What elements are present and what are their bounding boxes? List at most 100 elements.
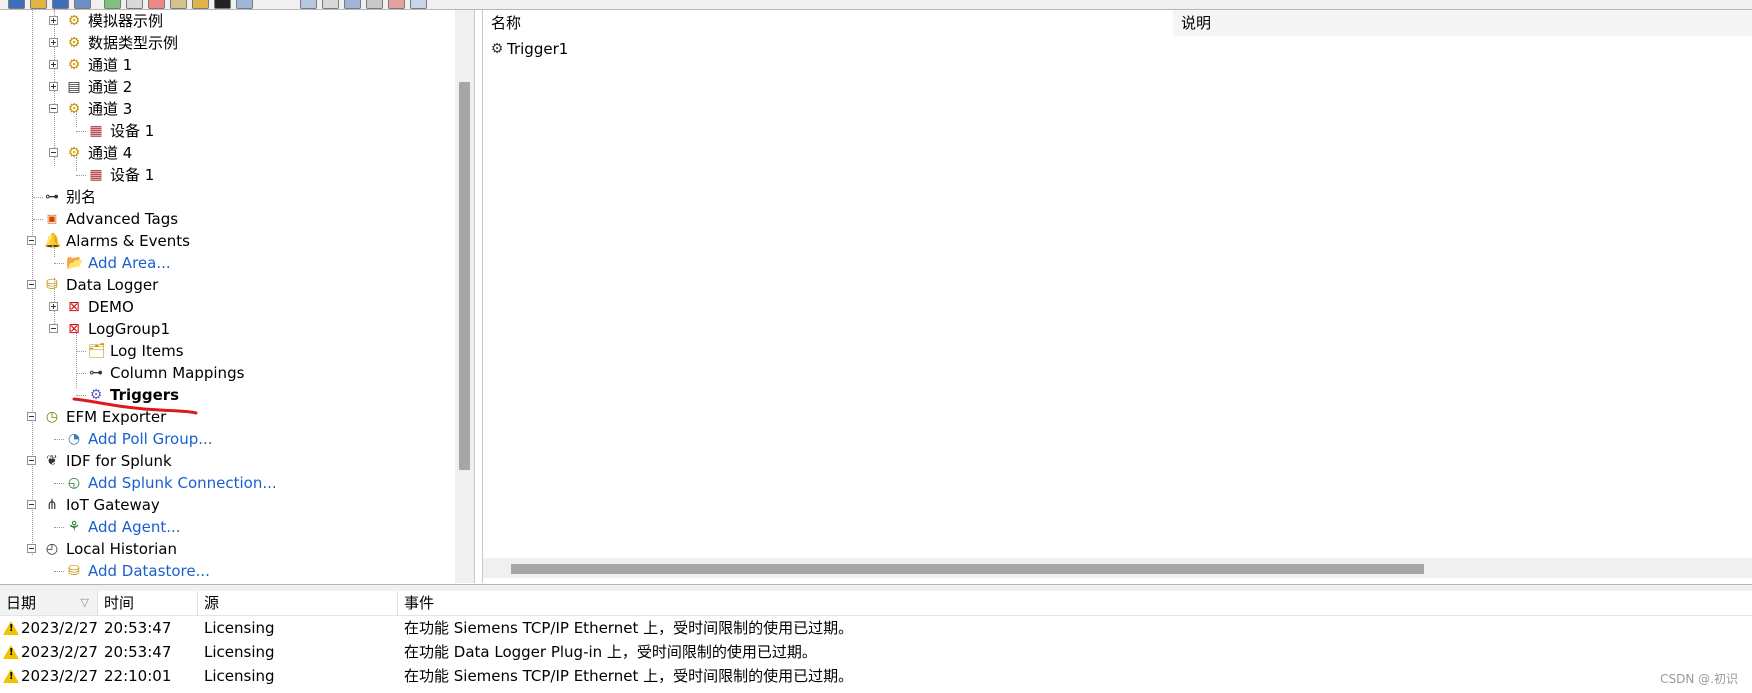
- tree-item-label[interactable]: Add Poll Group...: [88, 428, 213, 450]
- collapse-icon[interactable]: [27, 236, 36, 245]
- tree-item-channel-2[interactable]: ▤ 通道 2: [0, 76, 455, 98]
- tree-item-channel-1[interactable]: ⚙ 通道 1: [0, 54, 455, 76]
- log-row[interactable]: 2023/2/27 20:53:47 Licensing 在功能 Data Lo…: [0, 640, 1752, 664]
- tree-item-channel-3[interactable]: ⚙ 通道 3: [0, 98, 455, 120]
- column-header-time[interactable]: 时间: [98, 591, 198, 615]
- collapse-icon[interactable]: [27, 544, 36, 553]
- toolbar-button[interactable]: [52, 0, 69, 9]
- collapse-icon[interactable]: [49, 324, 58, 333]
- tree-item-triggers[interactable]: ⚙ Triggers: [0, 384, 455, 406]
- tree-item-device-1[interactable]: ▦ 设备 1: [0, 164, 455, 186]
- tree-item-add-splunk-connection[interactable]: ◵ Add Splunk Connection...: [0, 472, 455, 494]
- collapse-icon[interactable]: [49, 148, 58, 157]
- log-row[interactable]: 2023/2/27 22:10:01 Licensing 在功能 Siemens…: [0, 664, 1752, 688]
- tree-scrollbar-thumb[interactable]: [459, 82, 470, 470]
- tree-item-device-1[interactable]: ▦ 设备 1: [0, 120, 455, 142]
- list-item-trigger1[interactable]: ⚙ Trigger1: [483, 38, 1173, 60]
- tree-item-local-historian[interactable]: ◴ Local Historian: [0, 538, 455, 560]
- toolbar-button[interactable]: [74, 0, 91, 9]
- column-header-event[interactable]: 事件: [398, 591, 1752, 615]
- channel-icon: ▤: [67, 79, 81, 95]
- list-horizontal-scrollbar[interactable]: [483, 558, 1752, 578]
- list-scrollbar-thumb[interactable]: [511, 564, 1424, 574]
- toolbar-button[interactable]: [170, 0, 187, 9]
- toolbar-button[interactable]: [192, 0, 209, 9]
- tree-item-add-area[interactable]: 📂 Add Area...: [0, 252, 455, 274]
- toolbar-button[interactable]: [388, 0, 405, 9]
- expand-icon[interactable]: [49, 302, 58, 311]
- tree-item-loggroup1[interactable]: ⊠ LogGroup1: [0, 318, 455, 340]
- expand-icon[interactable]: [49, 60, 58, 69]
- tree-item-label: 模拟器示例: [88, 12, 164, 30]
- collapse-icon[interactable]: [27, 280, 36, 289]
- column-header-source[interactable]: 源: [198, 591, 398, 615]
- tree-item-label[interactable]: Add Agent...: [88, 516, 181, 538]
- tree-item-label[interactable]: Add Area...: [88, 252, 171, 274]
- toolbar-button[interactable]: [300, 0, 317, 9]
- tree-item-idf-splunk[interactable]: ❦ IDF for Splunk: [0, 450, 455, 472]
- tree-item-simulator[interactable]: ⚙ 模拟器示例: [0, 10, 455, 32]
- gear-icon: ⚙: [67, 57, 81, 73]
- tree-item-column-mappings[interactable]: ⊶ Column Mappings: [0, 362, 455, 384]
- warning-icon: [3, 645, 19, 659]
- efm-icon: ◷: [45, 409, 59, 425]
- tree-item-demo[interactable]: ⊠ DEMO: [0, 296, 455, 318]
- expand-icon[interactable]: [49, 16, 58, 25]
- tree-item-data-logger[interactable]: ⛁ Data Logger: [0, 274, 455, 296]
- collapse-icon[interactable]: [49, 104, 58, 113]
- project-tree[interactable]: ⚙ 模拟器示例 ⚙ 数据类型示例 ⚙ 通道 1 ▤ 通道 2 ⚙ 通道 3 ▦ …: [0, 10, 475, 583]
- tree-item-iot-gateway[interactable]: ⋔ IoT Gateway: [0, 494, 455, 516]
- column-header-name[interactable]: 名称: [483, 10, 1173, 36]
- toolbar-button[interactable]: [344, 0, 361, 9]
- toolbar-button[interactable]: [148, 0, 165, 9]
- tree-item-label: Column Mappings: [110, 364, 245, 382]
- expand-icon[interactable]: [49, 82, 58, 91]
- tree-item-add-datastore[interactable]: ⛁ Add Datastore...: [0, 560, 455, 582]
- collapse-icon[interactable]: [27, 500, 36, 509]
- add-datastore-icon: ⛁: [68, 563, 80, 579]
- log-event: 在功能 Data Logger Plug-in 上，受时间限制的使用已过期。: [404, 643, 817, 661]
- log-row[interactable]: 2023/2/27 20:53:47 Licensing 在功能 Siemens…: [0, 616, 1752, 640]
- tree-connector: [54, 439, 64, 440]
- log-group-error-icon: ⊠: [68, 321, 80, 337]
- collapse-icon[interactable]: [27, 412, 36, 421]
- tree-item-channel-4[interactable]: ⚙ 通道 4: [0, 142, 455, 164]
- gear-icon: ⚙: [67, 13, 81, 29]
- toolbar-button[interactable]: [236, 0, 253, 9]
- tree-connector: [76, 131, 86, 132]
- event-log[interactable]: 日期 ▽ 时间 源 事件 2023/2/27 20:53:47 Licensin…: [0, 591, 1752, 693]
- tree-item-add-agent[interactable]: ⚘ Add Agent...: [0, 516, 455, 538]
- expand-icon[interactable]: [49, 38, 58, 47]
- toolbar-button[interactable]: [410, 0, 427, 9]
- item-list-view[interactable]: 名称 说明 ⚙ Trigger1: [482, 10, 1752, 583]
- toolbar-button[interactable]: [30, 0, 47, 9]
- tree-item-label: 别名: [66, 188, 97, 206]
- toolbar-button[interactable]: [104, 0, 121, 9]
- column-header-date[interactable]: 日期 ▽: [0, 591, 98, 615]
- toolbar-button[interactable]: [8, 0, 25, 9]
- gear-icon: ⚙: [67, 101, 81, 117]
- tree-item-label: Data Logger: [66, 276, 159, 294]
- toolbar-button[interactable]: [366, 0, 383, 9]
- add-poll-group-icon: ◔: [67, 431, 81, 447]
- tree-item-label[interactable]: Add Datastore...: [88, 560, 210, 582]
- log-items-icon: 🗂: [88, 343, 106, 359]
- toolbar-button[interactable]: [214, 0, 231, 9]
- historian-icon: ◴: [45, 541, 59, 557]
- tree-item-log-items[interactable]: 🗂 Log Items: [0, 340, 455, 362]
- toolbar-button[interactable]: [322, 0, 339, 9]
- tree-item-label[interactable]: Add Splunk Connection...: [88, 472, 277, 494]
- column-mappings-icon: ⊶: [89, 365, 103, 381]
- sort-icon: ▽: [80, 596, 89, 609]
- tree-item-add-poll-group[interactable]: ◔ Add Poll Group...: [0, 428, 455, 450]
- tree-item-alias[interactable]: ⊶ 别名: [0, 186, 455, 208]
- column-header-description[interactable]: 说明: [1173, 10, 1752, 36]
- collapse-icon[interactable]: [27, 456, 36, 465]
- tree-item-efm-exporter[interactable]: ◷ EFM Exporter: [0, 406, 455, 428]
- tree-item-data-types[interactable]: ⚙ 数据类型示例: [0, 32, 455, 54]
- toolbar-button[interactable]: [126, 0, 143, 9]
- tree-item-label: Alarms & Events: [66, 232, 190, 250]
- tree-item-alarms-events[interactable]: 🔔 Alarms & Events: [0, 230, 455, 252]
- gear-icon: ⚙: [67, 35, 81, 51]
- tree-item-advanced-tags[interactable]: ▣ Advanced Tags: [0, 208, 455, 230]
